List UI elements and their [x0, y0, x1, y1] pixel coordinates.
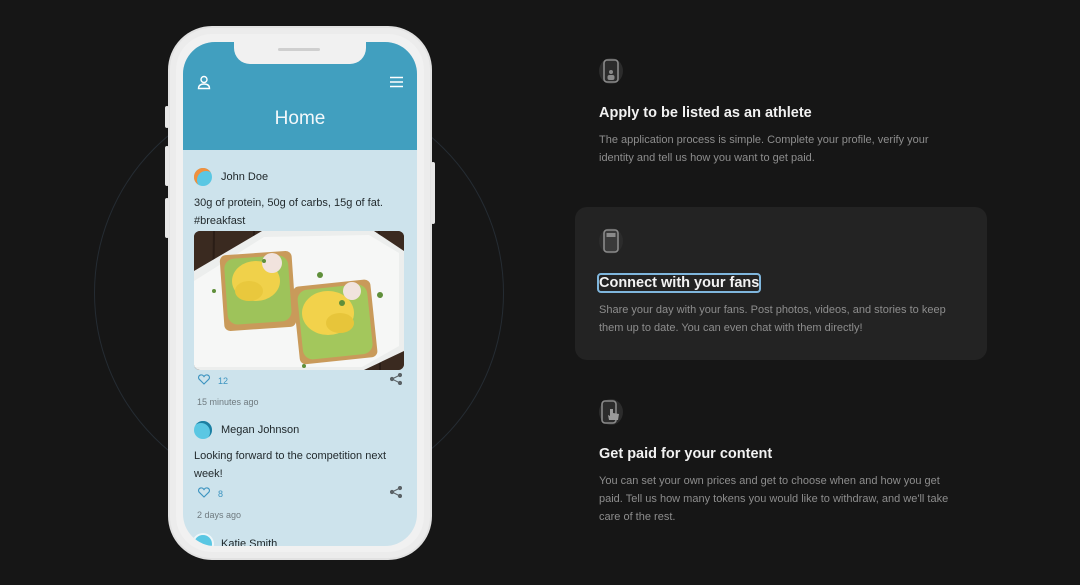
avatar[interactable]: [194, 421, 212, 439]
feed-post: Katie Smith: [194, 531, 406, 546]
phone-power-button: [431, 162, 435, 224]
avatar[interactable]: [194, 535, 212, 546]
post-actions: 8: [194, 483, 406, 505]
heart-icon: [198, 372, 210, 390]
phone-mockup: Home John Doe 30g of protein, 50g of car…: [165, 26, 435, 560]
post-author[interactable]: Megan Johnson: [221, 424, 299, 436]
post-text: 30g of protein, 50g of carbs, 15g of fat…: [194, 197, 383, 227]
feature-title: Get paid for your content: [599, 446, 773, 462]
like-count: 8: [218, 489, 224, 499]
feature-title: Apply to be listed as an athlete: [599, 105, 812, 121]
phone-volume-up-button: [165, 146, 169, 186]
share-icon: [389, 485, 403, 503]
feature-get-paid[interactable]: Get paid for your content You can set yo…: [575, 399, 987, 526]
phone-mute-button: [165, 106, 169, 128]
user-icon[interactable]: [195, 73, 213, 91]
feature-description: Share your day with your fans. Post phot…: [599, 304, 946, 334]
share-button[interactable]: [389, 372, 403, 390]
phone-feed-icon: [599, 228, 623, 254]
share-button[interactable]: [389, 485, 403, 503]
feed-post: John Doe 30g of protein, 50g of carbs, 1…: [194, 164, 406, 412]
phone-screen: Home John Doe 30g of protein, 50g of car…: [183, 42, 417, 546]
post-author[interactable]: Katie Smith: [221, 538, 277, 546]
phone-tap-icon: [599, 399, 623, 425]
post-time: 15 minutes ago: [197, 397, 259, 407]
phone-person-icon: [599, 58, 623, 84]
feed-post: Megan Johnson Looking forward to the com…: [194, 417, 406, 525]
share-icon: [389, 372, 403, 390]
phone-speaker: [278, 48, 320, 51]
feature-description: You can set your own prices and get to c…: [599, 475, 949, 523]
post-header: Megan Johnson: [194, 417, 406, 443]
like-button[interactable]: 8: [198, 485, 223, 503]
heart-icon: [198, 485, 210, 503]
post-header: John Doe: [194, 164, 406, 190]
post-actions: 12: [194, 370, 406, 392]
phone-notch: [234, 42, 366, 64]
menu-icon[interactable]: [387, 73, 405, 91]
like-button[interactable]: 12: [198, 372, 228, 390]
feature-connect-fans[interactable]: Connect with your fans Share your day wi…: [575, 207, 987, 360]
phone-volume-down-button: [165, 198, 169, 238]
feature-description: The application process is simple. Compl…: [599, 134, 929, 164]
post-image[interactable]: [194, 231, 404, 370]
like-count: 12: [218, 376, 229, 386]
feature-apply-athlete[interactable]: Apply to be listed as an athlete The app…: [575, 58, 987, 167]
app-title: Home: [274, 108, 326, 129]
post-header: Katie Smith: [194, 531, 406, 546]
feature-title: Connect with your fans: [596, 273, 762, 293]
post-time: 2 days ago: [197, 510, 242, 520]
post-author[interactable]: John Doe: [221, 171, 268, 183]
feed[interactable]: John Doe 30g of protein, 50g of carbs, 1…: [194, 150, 406, 546]
post-text: Looking forward to the competition next …: [194, 450, 387, 480]
avatar[interactable]: [194, 168, 212, 186]
